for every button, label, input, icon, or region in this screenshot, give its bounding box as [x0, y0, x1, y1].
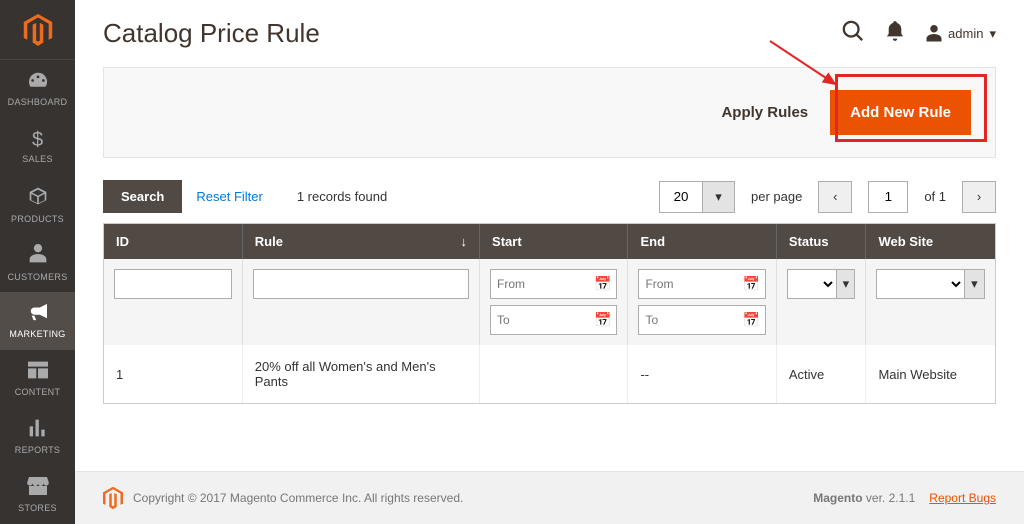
chevron-right-icon: › [977, 189, 981, 204]
per-page-dropdown[interactable]: ▾ [703, 181, 735, 213]
bar-chart-icon [28, 419, 48, 441]
search-icon[interactable] [842, 20, 864, 47]
report-bugs-link[interactable]: Report Bugs [929, 491, 996, 505]
sidebar-item-label: STORES [18, 503, 57, 513]
filter-website[interactable] [876, 269, 963, 299]
per-page-label: per page [751, 189, 802, 204]
header: Catalog Price Rule admin ▾ [75, 0, 1024, 57]
next-page-button[interactable]: › [962, 181, 996, 213]
sidebar-item-label: CUSTOMERS [7, 272, 67, 282]
page-input[interactable] [868, 181, 908, 213]
calendar-icon[interactable]: 📅 [594, 276, 611, 293]
cell-status: Active [776, 345, 866, 403]
sidebar-item-content[interactable]: CONTENT [0, 350, 75, 408]
reset-filter-link[interactable]: Reset Filter [196, 189, 262, 204]
user-menu[interactable]: admin ▾ [926, 25, 996, 43]
magento-logo-icon [22, 14, 54, 46]
chevron-down-icon[interactable]: ▾ [836, 269, 855, 299]
chevron-left-icon: ‹ [833, 189, 837, 204]
user-icon [926, 25, 942, 43]
col-header-rule[interactable]: Rule↓ [242, 224, 479, 259]
sidebar-item-label: REPORTS [15, 445, 60, 455]
gauge-icon [27, 71, 49, 93]
user-name: admin [948, 26, 983, 41]
footer: Copyright © 2017 Magento Commerce Inc. A… [75, 471, 1024, 524]
sidebar-item-label: DASHBOARD [8, 97, 68, 107]
logo[interactable] [0, 0, 75, 60]
chevron-down-icon: ▾ [989, 26, 996, 42]
sidebar-item-stores[interactable]: STORES [0, 466, 75, 524]
dollar-icon: $ [32, 130, 43, 150]
copyright: Copyright © 2017 Magento Commerce Inc. A… [133, 491, 463, 505]
calendar-icon[interactable]: 📅 [594, 312, 611, 329]
person-icon [29, 244, 47, 268]
sidebar-item-dashboard[interactable]: DASHBOARD [0, 60, 75, 118]
box-icon [28, 186, 48, 210]
version: Magento ver. 2.1.1 [813, 491, 915, 505]
megaphone-icon [27, 303, 49, 325]
magento-logo-icon [103, 486, 123, 510]
col-header-status[interactable]: Status [776, 224, 866, 259]
sidebar-item-label: PRODUCTS [11, 214, 64, 224]
col-header-end[interactable]: End [628, 224, 776, 259]
search-button[interactable]: Search [103, 180, 182, 213]
cell-rule: 20% off all Women's and Men's Pants [242, 345, 479, 403]
prev-page-button[interactable]: ‹ [818, 181, 852, 213]
filter-status[interactable] [787, 269, 836, 299]
sort-arrow-icon: ↓ [461, 234, 468, 249]
cell-start [480, 345, 628, 403]
chevron-down-icon[interactable]: ▾ [964, 269, 985, 299]
rules-grid: ID Rule↓ Start End Status Web Site 📅 [103, 223, 996, 404]
calendar-icon[interactable]: 📅 [742, 276, 759, 293]
sidebar-item-products[interactable]: PRODUCTS [0, 176, 75, 234]
sidebar-item-label: MARKETING [9, 329, 65, 339]
calendar-icon[interactable]: 📅 [742, 312, 759, 329]
records-found: 1 records found [297, 189, 387, 204]
of-label: of 1 [924, 189, 946, 204]
col-header-website[interactable]: Web Site [866, 224, 995, 259]
cell-end: -- [628, 345, 776, 403]
col-header-start[interactable]: Start [480, 224, 628, 259]
table-row[interactable]: 1 20% off all Women's and Men's Pants --… [104, 345, 995, 403]
grid-controls: Search Reset Filter 1 records found ▾ pe… [103, 180, 996, 213]
sidebar-item-label: SALES [22, 154, 53, 164]
filter-rule[interactable] [253, 269, 469, 299]
per-page-input[interactable] [659, 181, 703, 213]
sidebar-item-sales[interactable]: $ SALES [0, 118, 75, 176]
sidebar-item-reports[interactable]: REPORTS [0, 408, 75, 466]
cell-id: 1 [104, 345, 242, 403]
filter-id[interactable] [114, 269, 232, 299]
col-header-id[interactable]: ID [104, 224, 242, 259]
sidebar-item-customers[interactable]: CUSTOMERS [0, 234, 75, 292]
add-new-rule-button[interactable]: Add New Rule [830, 90, 971, 135]
sidebar-item-marketing[interactable]: MARKETING [0, 292, 75, 350]
bell-icon[interactable] [886, 21, 904, 46]
sidebar: DASHBOARD $ SALES PRODUCTS CUSTOMERS MAR… [0, 0, 75, 524]
action-bar: Apply Rules Add New Rule [103, 67, 996, 158]
filter-row: 📅 📅 📅 📅 ▾ ▾ [104, 259, 995, 345]
cell-website: Main Website [866, 345, 995, 403]
storefront-icon [27, 477, 49, 499]
sidebar-item-label: CONTENT [15, 387, 61, 397]
layout-icon [28, 361, 48, 383]
apply-rules-button[interactable]: Apply Rules [721, 104, 808, 121]
page-title: Catalog Price Rule [103, 18, 320, 49]
